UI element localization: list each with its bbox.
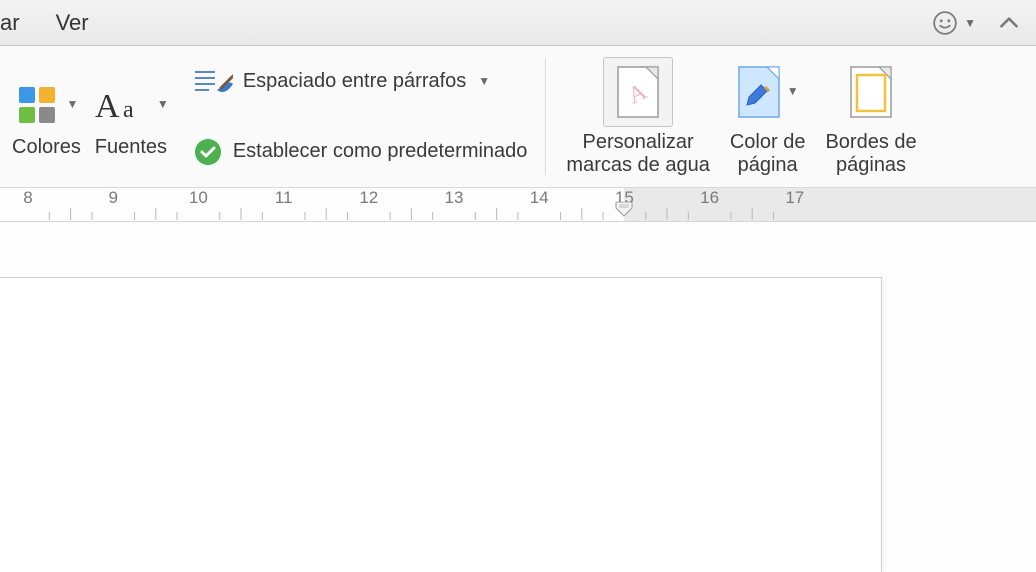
fonts-icon: A a <box>93 83 149 127</box>
ruler-label: 8 <box>23 188 32 208</box>
ruler-label: 17 <box>785 188 804 208</box>
page-borders-button[interactable]: Bordes de páginas <box>817 57 924 177</box>
chevron-down-icon: ▼ <box>478 74 490 88</box>
svg-text:a: a <box>123 97 134 123</box>
check-circle-icon <box>193 137 223 167</box>
ruler-label: 11 <box>275 188 293 208</box>
chevron-down-icon: ▼ <box>787 85 799 99</box>
colors-label: Colores <box>12 135 81 159</box>
page-color-icon <box>737 65 781 119</box>
chevron-up-icon <box>996 10 1022 36</box>
colors-icon <box>15 83 59 127</box>
right-indent-marker[interactable] <box>613 202 635 220</box>
ruler-label: 16 <box>700 188 719 208</box>
fonts-button[interactable]: A a ▼ Fuentes <box>87 75 175 159</box>
fonts-label: Fuentes <box>95 135 167 159</box>
ruler-label: 9 <box>108 188 117 208</box>
page-borders-label-line2: páginas <box>836 154 906 177</box>
watermark-icon: A <box>616 65 660 119</box>
colors-button[interactable]: ▼ Colores <box>6 75 87 159</box>
paragraph-spacing-icon <box>193 66 233 96</box>
document-canvas[interactable] <box>0 222 1036 572</box>
smiley-icon <box>932 10 958 36</box>
menubar: ar Ver ▼ <box>0 0 1036 46</box>
chevron-down-icon: ▼ <box>67 97 79 111</box>
set-default-button[interactable]: Establecer como predeterminado <box>187 117 534 188</box>
menu-item-prev-partial[interactable]: ar <box>0 10 20 36</box>
ruler-ticks <box>0 188 1036 222</box>
page-color-label-line1: Color de <box>730 131 806 154</box>
page-color-button[interactable]: ▼ Color de página <box>722 57 814 177</box>
ruler-label: 10 <box>189 188 208 208</box>
collapse-ribbon-button[interactable] <box>996 10 1022 36</box>
paragraph-spacing-button[interactable]: Espaciado entre párrafos ▼ <box>187 46 534 117</box>
watermark-label-line1: Personalizar <box>583 131 694 154</box>
watermark-label-line2: marcas de agua <box>566 154 709 177</box>
watermark-button[interactable]: A Personalizar marcas de agua <box>558 57 717 177</box>
emoji-button[interactable]: ▼ <box>932 10 976 36</box>
ruler-label: 13 <box>445 188 464 208</box>
paragraph-spacing-label: Espaciado entre párrafos <box>243 70 466 93</box>
menu-item-ver[interactable]: Ver <box>56 10 89 36</box>
svg-text:A: A <box>95 88 120 125</box>
chevron-down-icon: ▼ <box>964 16 976 30</box>
document-page[interactable] <box>0 277 882 572</box>
ribbon: ▼ Colores A a ▼ Fuentes <box>0 46 1036 188</box>
ruler-label: 12 <box>359 188 378 208</box>
page-color-label-line2: página <box>738 154 798 177</box>
chevron-down-icon: ▼ <box>157 97 169 111</box>
set-default-label: Establecer como predeterminado <box>233 140 528 163</box>
page-borders-label-line1: Bordes de <box>825 131 916 154</box>
page-borders-icon <box>849 65 893 119</box>
horizontal-ruler[interactable]: 891011121314151617 <box>0 188 1036 222</box>
ruler-label: 14 <box>530 188 549 208</box>
ribbon-separator <box>545 58 546 175</box>
